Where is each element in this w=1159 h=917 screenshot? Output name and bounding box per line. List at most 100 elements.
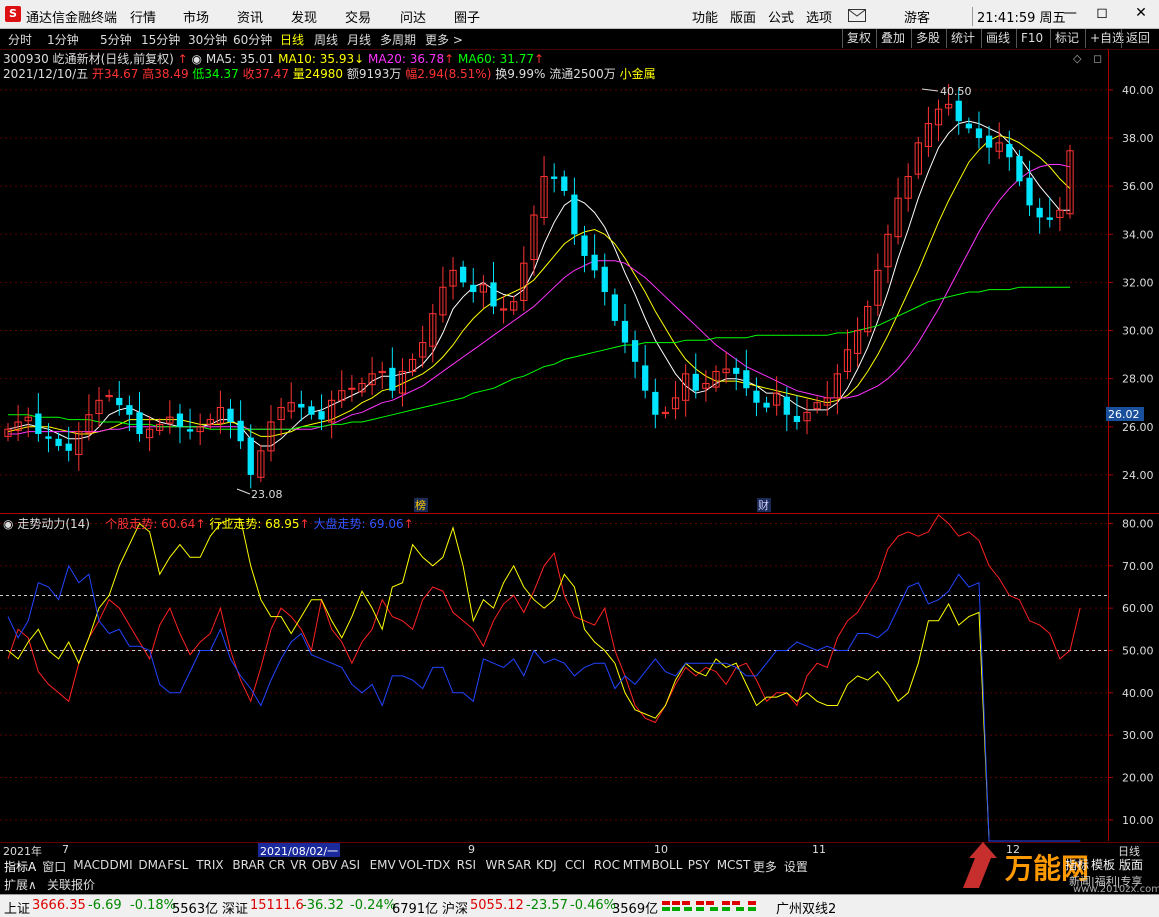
side-tab-layout[interactable]: 版面 [1119, 856, 1143, 873]
f10-button[interactable]: F10 [1016, 29, 1047, 48]
menu-layout[interactable]: 版面 [730, 7, 756, 26]
tab-more[interactable]: 更多 > [425, 31, 463, 48]
indicator-tab-3[interactable]: DMI [110, 858, 133, 872]
menu-options[interactable]: 选项 [806, 7, 832, 26]
envelope-icon[interactable] [848, 9, 866, 22]
indicator-tab-19[interactable]: ROC [594, 858, 620, 872]
indicator-tab-7[interactable]: BRAR [232, 858, 265, 872]
candle [227, 408, 234, 422]
menu-news[interactable]: 资讯 [237, 7, 263, 26]
menu-quotes[interactable]: 行情 [130, 7, 156, 26]
tab-30min[interactable]: 30分钟 [188, 31, 227, 48]
price-tick-label: 36.00 [1122, 180, 1154, 193]
maximize-icon[interactable]: ◻ [1091, 5, 1113, 21]
candle [642, 365, 649, 391]
price-tick-label: 32.00 [1122, 276, 1154, 289]
diamond-icon[interactable]: ◇ [1073, 52, 1082, 65]
indicator-tab-12[interactable]: EMV [370, 858, 396, 872]
candle [55, 438, 62, 447]
indicator-tab-17[interactable]: KDJ [536, 858, 557, 872]
menu-ask[interactable]: 问达 [400, 7, 426, 26]
indicator-tab-0[interactable]: 指标A [4, 858, 36, 875]
indicator-tab-4[interactable]: DMA [138, 858, 166, 872]
tab-multi-period[interactable]: 多周期 [380, 31, 416, 48]
menu-circle[interactable]: 圈子 [454, 7, 480, 26]
tab-60min[interactable]: 60分钟 [233, 31, 272, 48]
menu-function[interactable]: 功能 [692, 7, 718, 26]
back-button[interactable]: 返回 [1121, 29, 1154, 48]
close-icon[interactable]: ✕ [1130, 5, 1152, 21]
candle [753, 390, 760, 403]
indicator-tab-25[interactable]: 设置 [784, 858, 808, 875]
square-icon[interactable]: ◻ [1093, 52, 1102, 65]
marker-bang[interactable]: 榜 [415, 498, 426, 512]
tab-monthly[interactable]: 月线 [347, 31, 371, 48]
indicator-tab-14[interactable]: RSI [457, 858, 477, 872]
expand-button[interactable]: 扩展∧ [4, 876, 37, 893]
index-sh-chg: -6.69 [88, 898, 122, 913]
market-trend-value: 大盘走势: 69.06 [313, 517, 404, 531]
indicator-tab-20[interactable]: MTM [623, 858, 651, 872]
min-price-label: 23.08 [251, 488, 283, 501]
tab-timeshare[interactable]: 分时 [8, 31, 32, 48]
menu-formula[interactable]: 公式 [768, 7, 794, 26]
user-guest[interactable]: 游客 [904, 7, 930, 26]
candle [1026, 177, 1033, 206]
indicator-settings-icon[interactable]: ◉ [3, 517, 13, 531]
indicator-tab-18[interactable]: CCI [565, 858, 585, 872]
app-logo-icon: S [5, 6, 21, 22]
indicator-tab-9[interactable]: VR [290, 858, 307, 872]
stock-trend-value: 个股走势: 60.64 [105, 517, 196, 531]
menu-discover[interactable]: 发现 [291, 7, 317, 26]
menu-trade[interactable]: 交易 [345, 7, 371, 26]
overlay-button[interactable]: 叠加 [876, 29, 909, 48]
side-tab-indicator[interactable]: 指标 [1065, 856, 1089, 873]
tab-1min[interactable]: 1分钟 [47, 31, 79, 48]
indicator-tab-2[interactable]: MACD [73, 858, 109, 872]
marker-cai[interactable]: 财 [758, 498, 769, 512]
candle [1016, 156, 1023, 182]
restore-rights-button[interactable]: 复权 [842, 29, 875, 48]
multi-stock-button[interactable]: 多股 [911, 29, 944, 48]
related-quotes-button[interactable]: 关联报价 [47, 876, 95, 893]
indicator-tab-5[interactable]: FSL [167, 858, 188, 872]
index-hs-name[interactable]: 沪深 [442, 898, 468, 917]
candle [965, 123, 972, 129]
menu-market[interactable]: 市场 [183, 7, 209, 26]
indicator-tab-11[interactable]: ASI [341, 858, 360, 872]
candle [621, 320, 629, 343]
tab-daily[interactable]: 日线 [280, 31, 304, 48]
index-sh-name[interactable]: 上证 [4, 898, 30, 917]
index-sz-value: 15111.6 [250, 898, 304, 913]
indicator-tab-13[interactable]: VOL-TDX [399, 858, 451, 872]
indicator-tab-8[interactable]: CR [269, 858, 286, 872]
indicator-tab-15[interactable]: WR [486, 858, 506, 872]
candle [551, 176, 558, 179]
indicator-line-2 [7, 564, 1081, 842]
indicator-tab-6[interactable]: TRIX [196, 858, 223, 872]
indicator-name[interactable]: 走势动力(14) [17, 517, 90, 531]
index-sz-pct: -0.24% [350, 898, 396, 913]
index-sz-name[interactable]: 深证 [222, 898, 248, 917]
mark-button[interactable]: 标记 [1050, 29, 1083, 48]
minimize-icon[interactable]: — [1059, 5, 1081, 21]
indicator-tab-23[interactable]: MCST [717, 858, 751, 872]
indicator-grid [0, 522, 1108, 821]
draw-line-button[interactable]: 画线 [981, 29, 1014, 48]
indicator-tab-22[interactable]: PSY [688, 858, 710, 872]
indicator-tab-16[interactable]: SAR [507, 858, 531, 872]
up-arrow-icon: ↑ [299, 517, 310, 531]
side-tab-template[interactable]: 模板 [1091, 856, 1115, 873]
indicator-tab-24[interactable]: 更多 [753, 858, 777, 875]
tab-15min[interactable]: 15分钟 [141, 31, 180, 48]
month-label-9: 9 [468, 843, 475, 856]
tab-weekly[interactable]: 周线 [314, 31, 338, 48]
indicator-tab-21[interactable]: BOLL [652, 858, 683, 872]
indicator-tab-10[interactable]: OBV [312, 858, 338, 872]
indicator-tab-1[interactable]: 窗口 [42, 858, 66, 875]
candle [601, 266, 608, 293]
statistics-button[interactable]: 统计 [946, 29, 979, 48]
server-name[interactable]: 广州双线2 [776, 898, 836, 917]
kline-chart[interactable]: 40.00 38.00 36.00 34.00 32.00 30.00 28.00 26.00… [0, 49, 1159, 843]
tab-5min[interactable]: 5分钟 [100, 31, 132, 48]
